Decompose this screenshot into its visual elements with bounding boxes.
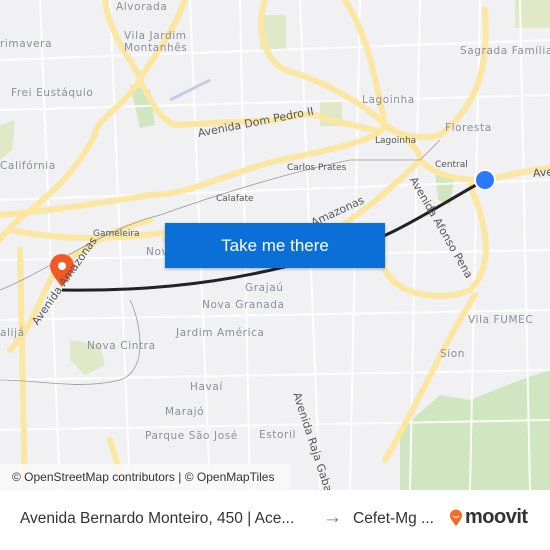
- map-label: Sagrada Família: [460, 45, 550, 57]
- map-label: Nova Granada: [202, 299, 285, 311]
- map-label: Grajaú: [245, 282, 284, 294]
- map-label: Gameleira: [93, 229, 140, 239]
- map-label: Parque São José: [145, 430, 238, 442]
- airport-runway: [169, 78, 211, 102]
- map-label: Nova Cintra: [87, 340, 156, 352]
- map[interactable]: Alvorada Vila Jardim Montanhês rimavera …: [0, 0, 550, 490]
- map-label: Floresta: [445, 122, 492, 134]
- map-label: Calafate: [216, 194, 254, 204]
- map-label: alijá: [0, 327, 25, 339]
- map-label: Vila FUMEC: [468, 314, 534, 326]
- map-label: Estoril: [259, 429, 296, 441]
- origin-marker-icon: [474, 169, 496, 191]
- moovit-logo-text: moovit: [465, 506, 528, 528]
- destination-stop-name: Cefet-Mg ...: [353, 510, 434, 527]
- map-label: Marajó: [165, 406, 205, 418]
- map-label: Central: [435, 160, 468, 170]
- map-label: Alvorada: [116, 1, 168, 13]
- origin-stop-name: Avenida Bernardo Monteiro, 450 | Ace...: [20, 510, 295, 527]
- map-label: rimavera: [0, 38, 53, 50]
- moovit-pin-icon: [450, 509, 462, 526]
- map-attribution[interactable]: © OpenStreetMap contributors | © OpenMap…: [0, 464, 290, 490]
- arrow-right-icon: →: [323, 507, 342, 528]
- map-label: Carlos Prates: [287, 163, 347, 173]
- map-label: Havaí: [190, 381, 223, 393]
- map-label: Montanhês: [124, 42, 188, 54]
- map-label: Califórnia: [0, 160, 56, 172]
- road-label: Ave: [532, 165, 550, 180]
- map-label: Jardim América: [176, 327, 265, 339]
- map-label: Sion: [440, 348, 466, 360]
- moovit-logo[interactable]: moovit: [449, 506, 528, 529]
- take-me-there-button[interactable]: Take me there: [165, 223, 385, 268]
- map-label: Vila Jardim: [124, 30, 187, 42]
- map-label: Frei Eustáquio: [11, 87, 94, 99]
- park: [0, 120, 15, 160]
- map-label: Lagoinha: [362, 94, 415, 106]
- footer: Avenida Bernardo Monteiro, 450 | Ace... …: [0, 490, 550, 550]
- map-label: Lagoinha: [375, 136, 417, 146]
